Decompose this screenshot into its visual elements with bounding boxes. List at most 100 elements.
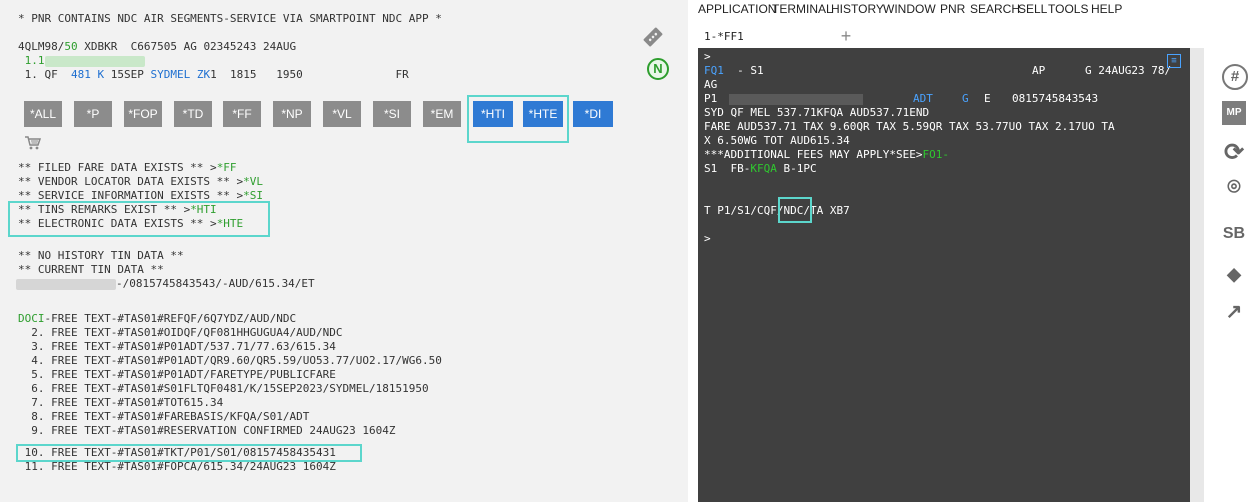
fq-link[interactable]: FQ1 [704,64,724,77]
btn-hti[interactable]: *HTI [473,101,513,127]
doci-text: -FREE TEXT-#TAS01#REFQF/6Q7YDZ/AUD/NDC [44,312,297,325]
doci-label[interactable]: DOCI [18,312,45,325]
pnr-display-pane: * PNR CONTAINS NDC AIR SEGMENTS-SERVICE … [0,0,688,502]
screen-toggle-icon[interactable]: ≡ [1167,54,1181,68]
segment-flight[interactable]: 481 K [71,68,104,81]
hash-icon[interactable]: # [1222,64,1248,90]
btn-all[interactable]: *ALL [24,101,62,127]
ticket-icon[interactable]: ◆ [1222,262,1246,286]
refresh-icon[interactable]: ⟳ [1222,141,1246,165]
exists-text: ** FILED FARE DATA EXISTS ** > [18,161,217,174]
free-text-line-ticket: 10. FREE TEXT-#TAS01#TKT/P01/S01/0815745… [18,446,336,459]
segment-line: 1. QF 481 K 15SEP SYDMEL ZK1 1815 1950 F… [18,68,409,82]
fb-text: S1 FB- [704,162,751,175]
free-text-line: 11. FREE TEXT-#TAS01#FOPCA/615.34/24AUG2… [18,460,336,473]
mp-icon[interactable]: MP [1222,101,1246,125]
btn-np[interactable]: *NP [273,101,311,127]
free-text-line: 2. FREE TEXT-#TAS01#OIDQF/QF081HHGUGUA4/… [18,326,343,339]
exists-line-hti: ** TINS REMARKS EXIST ** >*HTI [18,203,217,217]
btn-fop[interactable]: *FOP [124,101,162,127]
external-link-icon[interactable]: ↗ [1222,300,1246,324]
passenger-number: 1.1 [18,54,45,67]
terminal-window[interactable]: > FQ1 - S1 AP G 24AUG23 78/ AG P1 ADT G … [698,48,1190,502]
free-text-line: 6. FREE TEXT-#TAS01#S01FLTQF0481/K/15SEP… [18,382,429,395]
terminal-prompt: > [704,50,711,63]
menu-search[interactable]: SEARCH [970,2,1020,16]
g-label[interactable]: G [962,92,969,106]
btn-td[interactable]: *TD [174,101,212,127]
btn-vl[interactable]: *VL [323,101,361,127]
ticket-number: 0815745843543 [1012,92,1099,105]
fare-line-1: SYD QF MEL 537.71KFQA AUD537.71END [704,106,930,119]
p1-line: P1 [704,92,864,106]
history-line-1: ** NO HISTORY TIN DATA ** [18,249,184,262]
redacted-passenger [729,93,864,105]
ndc-badge-icon[interactable]: N [647,58,669,80]
ag-line: AG [704,78,718,91]
t-prefix: T P1/S1/CQF/ [704,204,784,217]
fb-baggage: B-1PC [776,162,817,175]
redacted-name [44,55,145,67]
fb-line: S1 FB-KFQA B-1PC [704,162,817,176]
exists-link-si[interactable]: *SI [243,189,263,202]
sb-icon[interactable]: SB [1222,222,1246,246]
add-tab-icon[interactable]: + [836,24,856,48]
exists-line-ff: ** FILED FARE DATA EXISTS ** >*FF [18,161,237,175]
menu-pnr[interactable]: PNR [940,2,965,16]
fees-link[interactable]: FO1- [923,148,950,161]
ticket-tag-icon[interactable] [641,25,665,49]
free-text-line: 3. FREE TEXT-#TAS01#P01ADT/537.71/77.63/… [18,340,336,353]
exists-text: ** SERVICE INFORMATION EXISTS ** > [18,189,244,202]
exists-text: ** VENDOR LOCATOR DATA EXISTS ** > [18,175,244,188]
tin-value: -/0815745843543/-AUD/615.34/ET [116,277,315,290]
tin-line: -/0815745843543/-AUD/615.34/ET [16,277,315,291]
passenger-line: 1.1 [18,54,145,68]
menu-help[interactable]: HELP [1091,2,1122,16]
record-number: 50 [64,40,78,53]
btn-ff[interactable]: *FF [223,101,261,127]
btn-p[interactable]: *P [74,101,112,127]
menu-sell[interactable]: SELL [1018,2,1047,16]
t-ndc: NDC [783,204,804,217]
exists-link-ff[interactable]: *FF [217,161,237,174]
fees-text: ***ADDITIONAL FEES MAY APPLY*SEE> [704,148,923,161]
exists-line-si: ** SERVICE INFORMATION EXISTS ** >*SI [18,189,263,203]
location-pin-icon[interactable]: ⌾ [1222,175,1246,199]
fees-line: ***ADDITIONAL FEES MAY APPLY*SEE>FO1- [704,148,949,162]
free-text-line: 7. FREE TEXT-#TAS01#TOT615.34 [18,396,224,409]
free-text-line: 5. FREE TEXT-#TAS01#P01ADT/FARETYPE/PUBL… [18,368,336,381]
menu-history[interactable]: HISTORY [831,2,884,16]
menu-window[interactable]: WINDOW [883,2,936,16]
doci-line: DOCI-FREE TEXT-#TAS01#REFQF/6Q7YDZ/AUD/N… [18,312,296,326]
menu-tools[interactable]: TOOLS [1048,2,1088,16]
segment-route[interactable]: SYDMEL ZK [150,68,210,81]
free-text-line: 8. FREE TEXT-#TAS01#FAREBASIS/KFQA/S01/A… [18,410,310,423]
btn-si[interactable]: *SI [373,101,411,127]
exists-text: ** ELECTRONIC DATA EXISTS ** > [18,217,217,230]
record-details: XDBKR C667505 AG 02345243 24AUG [77,40,297,53]
history-line-2: ** CURRENT TIN DATA ** [18,263,164,276]
menu-bar: APPLICATION TERMINAL HISTORY WINDOW PNR … [690,0,1256,18]
fare-line-3: X 6.50WG TOT AUD615.34 [704,134,850,147]
terminal-scrollbar[interactable] [1190,48,1204,502]
menu-application[interactable]: APPLICATION [698,2,776,16]
segment-date: 15SEP [104,68,151,81]
tab-ff1[interactable]: 1-*FF1 [698,24,832,50]
btn-em[interactable]: *EM [423,101,461,127]
record-locator: 4QLM98/ [18,40,65,53]
terminal-prompt-2[interactable]: > [704,232,711,246]
free-text-line: 4. FREE TEXT-#TAS01#P01ADT/QR9.60/QR5.59… [18,354,442,367]
exists-line-hte: ** ELECTRONIC DATA EXISTS ** >*HTE [18,217,243,231]
cart-icon[interactable] [24,134,42,152]
btn-hte[interactable]: *HTE [523,101,563,127]
exists-link-hti[interactable]: *HTI [190,203,217,216]
exists-link-hte[interactable]: *HTE [217,217,244,230]
fb-code[interactable]: KFQA [750,162,777,175]
exists-line-vl: ** VENDOR LOCATOR DATA EXISTS ** >*VL [18,175,263,189]
exists-link-vl[interactable]: *VL [243,175,263,188]
btn-di[interactable]: *DI [573,101,613,127]
t-suffix: /TA XB7 [803,204,850,217]
menu-terminal[interactable]: TERMINAL [772,2,833,16]
adt-label[interactable]: ADT [913,92,933,106]
ndc-header-line: * PNR CONTAINS NDC AIR SEGMENTS-SERVICE … [18,12,442,25]
